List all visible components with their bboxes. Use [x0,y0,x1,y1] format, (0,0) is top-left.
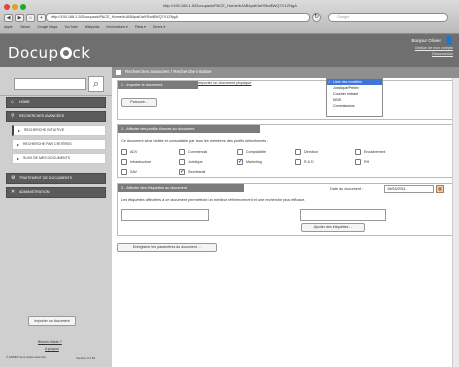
tags-input[interactable] [121,209,209,221]
help-link[interactable]: Besoin d'aide ? [38,340,62,344]
tags-list-box[interactable] [300,209,386,221]
section-title: 1 - Importer le document [118,81,198,89]
profile-checkbox-direction[interactable] [295,149,301,155]
back-icon[interactable]: ◀ [4,14,13,22]
window-title: http://190.168.1.5/Docupack/PACE_Home/bJ… [163,3,297,8]
document-type-list[interactable]: Liste des modèles Juridique/Prêlèv Courr… [326,78,383,117]
navigation-buttons: ◀ ▶ ⌂ + [4,14,46,22]
profile-checkbox-marketing[interactable] [237,158,243,165]
sidebar-search-input[interactable] [14,78,86,90]
profile-checkbox-encadrement[interactable] [355,149,361,155]
section-title: 2 - Affecter des profils d'accès au docu… [118,125,260,133]
logo-ring-icon [59,47,72,59]
page-scrollbar[interactable] [452,78,459,367]
about-link[interactable]: A propos [45,347,59,351]
tools-icon: ✕ [11,189,16,195]
profile-label: SAV [130,170,137,174]
document-type-option[interactable]: Commissions [327,103,382,109]
bookmark-item[interactable]: Informations ▾ [106,25,127,29]
tags-description: Les étiquettes affectées à ce document p… [121,198,306,202]
sidebar-item-document-processing[interactable]: ⚙ TRAITEMENT DE DOCUMENTS [6,173,106,184]
browse-button[interactable]: Parcourir... [121,98,157,107]
page-icon [116,70,121,75]
profiles-description: Ce document sera visible et consultable … [121,139,269,143]
bookmark-item[interactable]: Yahoo! [20,25,31,29]
home-icon[interactable]: ⌂ [26,14,35,22]
import-panel: 1 - Importer le document [117,80,453,120]
browser-search-input[interactable]: Google [328,13,448,22]
sidebar-item-home[interactable]: ⌂ HOME [6,97,106,108]
docupack-logo: Docup ck [8,44,91,62]
profile-label: Commercial [188,150,208,154]
profile-checkbox-sav[interactable] [121,169,127,175]
profile-label: ADV [130,150,138,154]
profile-label: Infrastructure [130,160,152,164]
user-icon: 👤 [444,36,454,45]
copyright: © ASPEX tous droits réservés [6,355,46,359]
profile-checkbox-rd[interactable] [295,159,301,165]
version-label: Version 3.1.64 [76,356,96,360]
section-title: 3 - Affecter des étiquettes au document [118,184,244,192]
profile-checkbox-commercial[interactable] [179,149,185,155]
profile-label: Juridique [188,160,203,164]
document-date-field[interactable]: 15/03/2011 [384,185,434,193]
sidebar-item-intuitive-search[interactable]: ▸ RECHERCHE INTUITIVE [12,125,106,136]
minimize-window-icon[interactable] [12,4,18,10]
zoom-window-icon[interactable] [20,4,26,10]
profile-label: Marketing [246,160,262,164]
sidebar-item-administration[interactable]: ✕ ADMINISTRATION [6,187,106,198]
sidebar-item-criteria-search[interactable]: ▸ RECHERCHE PAR CRITÈRES [12,139,106,150]
reload-icon[interactable]: ↻ [312,13,321,22]
arrow-right-icon: ▸ [17,142,20,147]
bookmark-item[interactable]: YouTube [64,25,77,29]
arrow-right-icon: ▸ [17,156,20,161]
arrow-right-icon: ▸ [18,128,21,133]
profile-checkbox-comptabilite[interactable] [237,149,243,155]
add-tags-button[interactable]: Ajouter des étiquettes ... [301,223,365,232]
import-document-button[interactable]: Importer un document [28,316,76,326]
import-physical-link[interactable]: Importer un document physique [198,81,251,85]
search-icon: ⚲ [11,113,15,119]
profile-checkbox-rh[interactable] [355,159,361,165]
forward-icon[interactable]: ▶ [15,14,24,22]
home-icon: ⌂ [11,99,15,105]
profile-checkbox-secretariat[interactable] [179,168,185,175]
logout-link[interactable]: Déconnexion [432,52,453,56]
bookmark-add-icon[interactable]: + [37,14,46,22]
date-label: Date du document : [330,187,364,191]
profile-label: R & D [304,160,314,164]
sidebar-item-document-followup[interactable]: ▸ SUIVI DE MES DOCUMENTS [12,153,106,164]
profile-checkbox-adv[interactable] [121,149,127,155]
document-type-option[interactable]: Liste des modèles [327,79,382,85]
bookmark-item[interactable]: Wikipedia [85,25,100,29]
access-profiles-panel: 2 - Affecter des profils d'accès au docu… [117,124,453,178]
profile-label: RH [364,160,370,164]
page-title: Recherches avancées / Recherche intuitiv… [125,69,212,74]
profile-label: Direction [304,150,319,154]
account-link[interactable]: Gestion de mon compte [415,46,453,50]
browser-toolbar: http://190.168.1.5/Docupack/PACE_Home/bJ… [0,0,459,34]
bookmark-item[interactable]: Plans ▾ [135,25,146,29]
profile-checkbox-juridique[interactable] [179,159,185,165]
calendar-icon[interactable]: ▦ [436,185,444,193]
profile-label: Comptabilité [246,150,266,154]
profile-checkbox-infrastructure[interactable] [121,159,127,165]
greeting: Bonjour Olivier [411,38,441,43]
profile-label: Secrétariat [188,170,206,174]
search-icon[interactable]: ⌕ [88,76,104,92]
profile-label: Encadrement [364,150,386,154]
bookmark-item[interactable]: Google Maps [37,25,57,29]
bookmarks-bar: Apple Yahoo! Google Maps YouTube Wikiped… [4,25,165,29]
gear-icon: ⚙ [11,175,16,181]
close-window-icon[interactable] [4,4,10,10]
sidebar-item-advanced-search[interactable]: ⚲ RECHERCHES AVANCÉES [6,111,106,122]
address-bar[interactable]: http://190.168.1.5/Docupack/PACE_Home/bJ… [46,13,310,22]
bookmark-item[interactable]: Divers ▾ [153,25,165,29]
bookmark-item[interactable]: Apple [4,25,13,29]
sidebar-divider [0,95,112,96]
save-parameters-button[interactable]: Enregistrer les paramètres du document .… [117,243,217,252]
